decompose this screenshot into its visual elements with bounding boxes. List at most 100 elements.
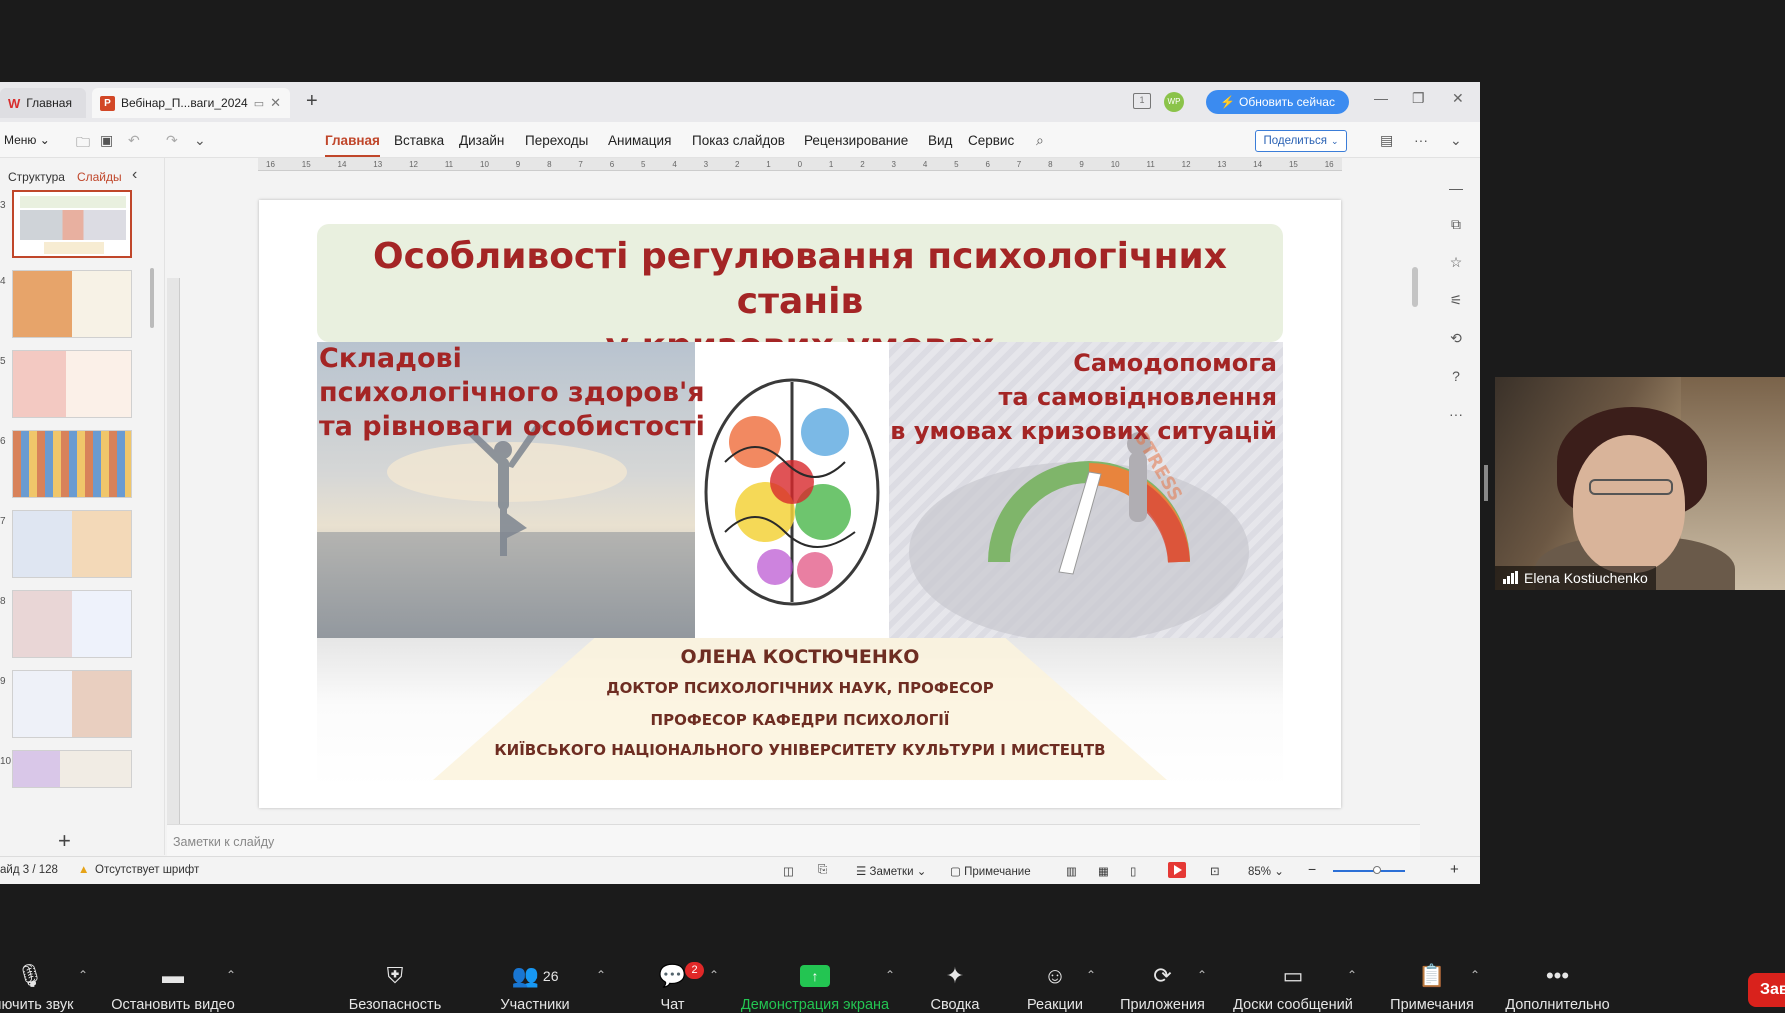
slide-thumbnail-3[interactable] (12, 190, 132, 258)
tab-home[interactable]: W Главная (0, 88, 86, 118)
settings-sliders-icon[interactable]: ⚟ (1446, 292, 1466, 312)
update-now-button[interactable]: ⚡ Обновить сейчас (1206, 90, 1349, 114)
chat-options-caret[interactable]: ⌃ (709, 968, 719, 982)
zoom-slider[interactable] (1333, 870, 1405, 872)
star-icon[interactable]: ☆ (1446, 254, 1466, 274)
normal-view-icon[interactable]: ▥ (1066, 864, 1077, 878)
right-heading-line-3: в умовах кризових ситуацій (890, 417, 1277, 445)
fit-slide-icon[interactable]: ◫ (783, 864, 794, 878)
tab-structure[interactable]: Структура (8, 170, 65, 184)
slide-notes-field[interactable]: Заметки к слайду (167, 824, 1420, 856)
audio-options-caret[interactable]: ⌃ (78, 968, 88, 982)
new-tab-button[interactable]: + (306, 90, 318, 113)
help-icon[interactable]: ? (1446, 368, 1466, 388)
collapse-panel-icon[interactable]: ‹ (132, 166, 137, 184)
end-meeting-button[interactable]: Зав (1748, 973, 1785, 1007)
thumb-number: 3 (0, 200, 6, 211)
window-layout-icon[interactable]: 1 (1133, 93, 1151, 109)
fit-window-icon[interactable]: ⊡ (1210, 864, 1220, 878)
collapse-ribbon-icon[interactable]: ⌄ (1450, 132, 1462, 149)
save-icon[interactable]: ▣ (100, 132, 113, 149)
monitor-icon[interactable]: ▭ (254, 97, 264, 110)
apps-button[interactable]: ⟳ Приложения (1115, 961, 1210, 1013)
video-options-caret[interactable]: ⌃ (226, 968, 236, 982)
resize-handle[interactable] (1484, 465, 1488, 501)
zoom-in-icon[interactable]: + (1450, 861, 1459, 878)
slide-thumbnail-6[interactable] (12, 430, 132, 498)
notes-icon: 📋 (1418, 963, 1446, 988)
zoom-slider-handle[interactable] (1373, 866, 1381, 874)
notes-toggle[interactable]: ☰ Заметки ⌄ (856, 864, 926, 878)
ribbon-tab-home[interactable]: Главная (325, 133, 380, 157)
open-folder-icon[interactable]: 🗀 (76, 132, 90, 156)
comment-icon[interactable]: ▤ (1380, 132, 1393, 149)
restore-icon[interactable]: ❐ (1412, 90, 1425, 107)
minus-icon[interactable]: — (1446, 180, 1466, 200)
whiteboards-options-caret[interactable]: ⌃ (1347, 968, 1357, 982)
slide-thumbnail-7[interactable] (12, 510, 132, 578)
share-screen-button[interactable]: ↑ Демонстрация экрана (735, 961, 895, 1013)
slide-sorter-icon[interactable]: ⎘ (818, 864, 827, 877)
add-slide-button[interactable]: + (58, 828, 71, 854)
ribbon-tab-tools[interactable]: Сервис (968, 133, 1014, 148)
minimize-icon[interactable]: — (1374, 90, 1388, 106)
participants-button[interactable]: 👥 26 Участники (490, 961, 580, 1013)
close-tab-icon[interactable]: ✕ (270, 95, 281, 111)
notes-options-caret[interactable]: ⌃ (1470, 968, 1480, 982)
ribbon-tab-view[interactable]: Вид (928, 133, 952, 148)
security-button[interactable]: ⛨ Безопасность (340, 961, 450, 1013)
play-slideshow-icon[interactable] (1168, 862, 1186, 878)
notes-button[interactable]: 📋 Примечания (1382, 961, 1482, 1013)
slide-thumbnail-4[interactable] (12, 270, 132, 338)
slide-thumbnail-8[interactable] (12, 590, 132, 658)
wps-logo-icon: W (8, 95, 21, 111)
reading-view-icon[interactable]: ▯ (1130, 864, 1136, 878)
slide-scrollbar[interactable] (1412, 267, 1418, 307)
tab-slides[interactable]: Слайды (77, 170, 122, 184)
search-icon[interactable]: ⌕ (1036, 132, 1044, 149)
missing-font-status[interactable]: Отсутствует шрифт (95, 864, 199, 876)
slide-thumbnail-5[interactable] (12, 350, 132, 418)
close-window-icon[interactable]: ✕ (1452, 90, 1464, 107)
comment-toggle[interactable]: ▢ Примечание (950, 864, 1031, 878)
left-heading-line-1: Складові (319, 343, 462, 374)
grid-view-icon[interactable]: ▦ (1098, 864, 1109, 878)
reactions-button[interactable]: ☺ Реакции (1020, 961, 1090, 1013)
user-avatar[interactable]: WP (1164, 92, 1184, 112)
menu-dropdown[interactable]: Меню ⌄ (4, 133, 50, 147)
share-options-caret[interactable]: ⌃ (885, 968, 895, 982)
unmute-button[interactable]: 🎙 ключить звук (0, 961, 74, 1013)
ribbon-tab-insert[interactable]: Вставка (394, 133, 444, 148)
apps-options-caret[interactable]: ⌃ (1197, 968, 1207, 982)
more-options-icon[interactable]: ··· (1414, 132, 1428, 148)
history-icon[interactable]: ⟲ (1446, 330, 1466, 350)
zoom-level[interactable]: 85% ⌄ (1248, 864, 1284, 878)
ruler-tick-label: 5 (954, 159, 959, 169)
zoom-out-icon[interactable]: − (1308, 861, 1316, 877)
ribbon-tab-design[interactable]: Дизайн (459, 133, 504, 148)
summary-button[interactable]: ✦ Сводка (925, 961, 985, 1013)
slide-design-icon[interactable]: ⧉ (1446, 216, 1466, 236)
more-button[interactable]: ••• Дополнительно (1500, 961, 1615, 1013)
chevron-down-icon[interactable]: ⌄ (194, 132, 206, 149)
current-slide[interactable]: Особливості регулювання психологічних ст… (259, 200, 1341, 808)
share-button[interactable]: Поделиться ⌄ (1255, 130, 1347, 152)
slide-thumbnail-10[interactable] (12, 750, 132, 788)
slide-thumbnail-9[interactable] (12, 670, 132, 738)
ruler-tick-label: 9 (1079, 159, 1084, 169)
stop-video-button[interactable]: ▬ Остановить видео (108, 961, 238, 1013)
whiteboards-button[interactable]: ▭ Доски сообщений (1228, 961, 1358, 1013)
more-icon[interactable]: ··· (1446, 406, 1466, 426)
smiley-icon: ☺ (1043, 963, 1067, 988)
panel-scrollbar[interactable] (150, 268, 154, 328)
participants-options-caret[interactable]: ⌃ (596, 968, 606, 982)
reactions-options-caret[interactable]: ⌃ (1086, 968, 1096, 982)
ribbon-tab-animation[interactable]: Анимация (608, 133, 671, 148)
tab-document[interactable]: P Вебінар_П...ваги_2024 ▭ ✕ (92, 88, 290, 118)
ribbon-tab-transitions[interactable]: Переходы (525, 133, 588, 148)
participant-video-tile[interactable]: Elena Kostiuchenko (1495, 377, 1785, 590)
ribbon-tab-review[interactable]: Рецензирование (804, 133, 908, 148)
undo-icon[interactable]: ↶ (128, 132, 140, 149)
redo-icon[interactable]: ↷ (166, 132, 178, 149)
ribbon-tab-slideshow[interactable]: Показ слайдов (692, 133, 785, 148)
